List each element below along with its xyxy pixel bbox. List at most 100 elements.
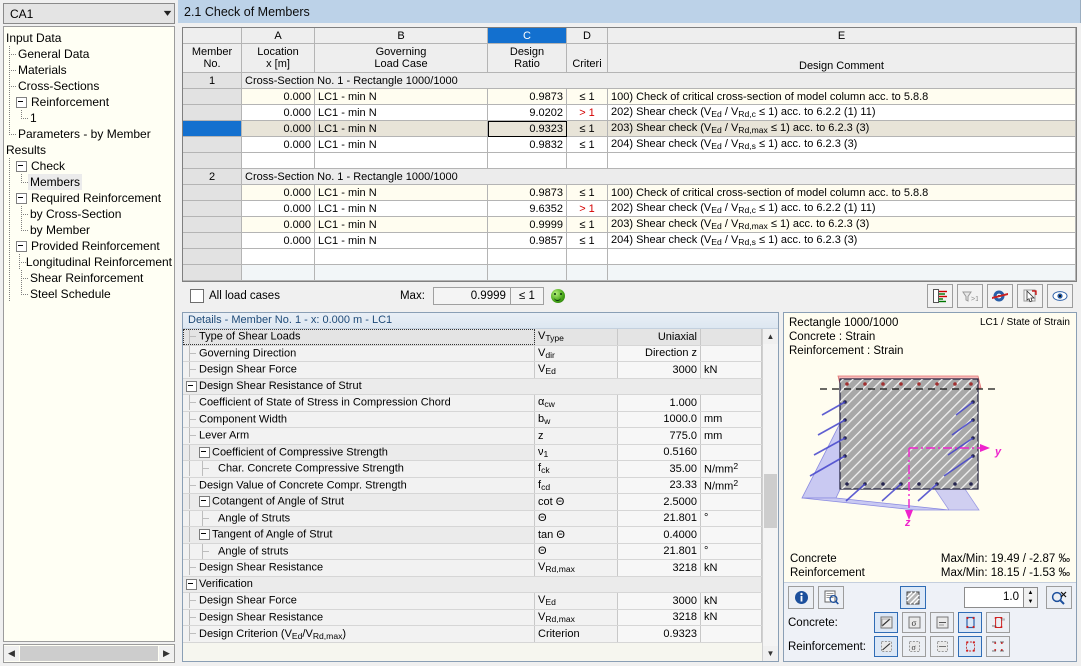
cell-load-case[interactable]: LC1 - min N — [314, 232, 488, 249]
row-header[interactable] — [183, 88, 242, 105]
row-header[interactable] — [183, 216, 242, 233]
table-row[interactable]: 0.000 LC1 - min N 0.9873 ≤ 1 100) Check of c… — [183, 88, 1076, 105]
spinner-down-icon[interactable]: ▼ — [1024, 598, 1037, 608]
details-row[interactable]: Design Shear Force VEd 3000 kN — [183, 592, 762, 610]
row-header[interactable] — [183, 152, 242, 169]
cell-location[interactable]: 0.000 — [241, 120, 315, 137]
details-row[interactable]: Design Criterion (VEd/VRd,max) Criterion 0… — [183, 625, 762, 643]
cell[interactable] — [314, 248, 488, 265]
column-letter-E[interactable]: E — [607, 28, 1076, 44]
cell-criterion[interactable]: ≤ 1 — [566, 136, 608, 153]
scroll-down-icon[interactable]: ▼ — [763, 646, 778, 661]
cell[interactable] — [241, 152, 315, 169]
reinforcement-stress-button[interactable]: σ — [902, 636, 926, 657]
cell[interactable] — [241, 264, 315, 281]
concrete-section-button[interactable] — [958, 612, 982, 633]
cell-criterion[interactable]: > 1 — [566, 200, 608, 217]
result-diagram-button[interactable] — [927, 284, 953, 308]
check-results-grid[interactable]: A B C D E Member No. Location x [m] Governing Load… — [182, 27, 1077, 282]
cell-location[interactable]: 0.000 — [241, 232, 315, 249]
details-row[interactable]: Design Shear Force VEd 3000 kN — [183, 361, 762, 379]
cell[interactable] — [566, 248, 608, 265]
cell-location[interactable]: 0.000 — [241, 88, 315, 105]
details-row[interactable]: Cotangent of Angle of Strut cot Θ 2.5000 — [183, 493, 762, 511]
row-header[interactable] — [183, 264, 242, 281]
cell-criterion[interactable]: ≤ 1 — [566, 88, 608, 105]
scroll-thumb[interactable] — [20, 646, 158, 661]
cell-criterion[interactable]: ≤ 1 — [566, 184, 608, 201]
cell-design-ratio[interactable]: 0.9323 — [487, 120, 567, 137]
row-header[interactable] — [183, 120, 242, 137]
details-row[interactable]: Design Value of Concrete Compr. Strength… — [183, 477, 762, 494]
cell[interactable] — [241, 248, 315, 265]
scroll-thumb[interactable] — [764, 473, 777, 529]
cell[interactable] — [487, 248, 567, 265]
details-row[interactable]: Coefficient of Compressive Strength ν1 0.5… — [183, 444, 762, 461]
row-header[interactable] — [183, 200, 242, 217]
column-letter-D[interactable]: D — [566, 28, 608, 44]
design-case-combobox[interactable]: CA1 ▾ — [3, 3, 175, 24]
cell-location[interactable]: 0.000 — [241, 184, 315, 201]
grid-group-row[interactable]: 1 Cross-Section No. 1 - Rectangle 1000/10… — [183, 72, 1076, 89]
details-expander-icon[interactable] — [199, 446, 210, 458]
cell[interactable] — [314, 152, 488, 169]
grid-corner[interactable] — [183, 28, 242, 44]
cell-design-comment[interactable]: 100) Check of critical cross-section of … — [607, 88, 1076, 105]
sidebar-item-required-reinforcement[interactable]: Required Reinforcement — [4, 190, 174, 206]
column-letter-C[interactable]: C — [487, 28, 567, 44]
cell-load-case[interactable]: LC1 - min N — [314, 104, 488, 121]
table-row[interactable]: 0.000 LC1 - min N 0.9832 ≤ 1 204) Shear chec… — [183, 136, 1076, 153]
row-header[interactable] — [183, 104, 242, 121]
cell-location[interactable]: 0.000 — [241, 136, 315, 153]
scroll-track[interactable] — [763, 344, 778, 646]
details-expander-icon[interactable] — [186, 380, 197, 392]
column-letter-B[interactable]: B — [314, 28, 488, 44]
row-header[interactable] — [183, 136, 242, 153]
table-row[interactable]: 0.000 LC1 - min N 0.9873 ≤ 1 100) Check of c… — [183, 184, 1076, 201]
tree-expander-icon[interactable] — [16, 160, 27, 172]
details-row[interactable]: Design Shear Resistance VRd,max 3218 kN — [183, 609, 762, 626]
cell[interactable] — [314, 264, 488, 281]
cell-design-ratio[interactable]: 0.9873 — [487, 184, 567, 201]
concrete-stress-button[interactable]: σ — [902, 612, 926, 633]
cell-design-ratio[interactable]: 0.9857 — [487, 232, 567, 249]
table-row[interactable]: 0.000 LC1 - min N 0.9999 ≤ 1 203) Shear chec… — [183, 216, 1076, 233]
cell[interactable] — [566, 152, 608, 169]
cell-criterion[interactable]: > 1 — [566, 104, 608, 121]
cell[interactable] — [566, 264, 608, 281]
cell[interactable] — [487, 152, 567, 169]
cell-design-comment[interactable]: 202) Shear check (VEd / VRd,c ≤ 1) acc. … — [607, 104, 1076, 121]
details-row[interactable]: Angle of struts Θ 21.801 ° — [183, 543, 762, 560]
member-number[interactable]: 2 — [183, 168, 242, 185]
details-row[interactable]: Type of Shear Loads VType Uniaxial — [183, 329, 762, 346]
cell-design-ratio[interactable]: 9.0202 — [487, 104, 567, 121]
cell-criterion[interactable]: ≤ 1 — [566, 232, 608, 249]
sidebar-item-cross-sections[interactable]: Cross-Sections — [4, 78, 174, 94]
tree-expander-icon[interactable] — [16, 240, 27, 252]
sidebar-horizontal-scrollbar[interactable]: ◀ ▶ — [3, 644, 175, 663]
table-row[interactable]: 0.000 LC1 - min N 0.9323 ≤ 1 203) Shear chec… — [183, 120, 1076, 137]
sidebar-item-members[interactable]: Members — [4, 174, 174, 190]
details-row[interactable]: Verification — [183, 576, 762, 593]
cell-load-case[interactable]: LC1 - min N — [314, 200, 488, 217]
info-icon-button[interactable] — [788, 586, 814, 609]
details-expander-icon[interactable] — [199, 496, 210, 508]
table-row[interactable]: 0.000 LC1 - min N 9.0202 > 1 202) Shear chec… — [183, 104, 1076, 121]
tree-expander-icon[interactable] — [16, 192, 27, 204]
details-row[interactable]: Lever Arm z 775.0 mm — [183, 427, 762, 445]
scale-spinner-buttons[interactable]: ▲ ▼ — [1024, 587, 1038, 608]
cell-criterion[interactable]: ≤ 1 — [566, 216, 608, 233]
member-number[interactable]: 1 — [183, 72, 242, 89]
row-header[interactable] — [183, 184, 242, 201]
cell[interactable] — [607, 152, 1076, 169]
sidebar-item-steel-schedule[interactable]: Steel Schedule — [4, 286, 174, 302]
cell-location[interactable]: 0.000 — [241, 200, 315, 217]
cell-design-ratio[interactable]: 9.6352 — [487, 200, 567, 217]
sidebar-item-by-cross-section[interactable]: by Cross-Section — [4, 206, 174, 222]
eye-visibility-button[interactable] — [1047, 284, 1073, 308]
all-load-cases-checkbox[interactable] — [190, 289, 204, 303]
sidebar-item-reinforcement[interactable]: Reinforcement — [4, 94, 174, 110]
cell-criterion[interactable]: ≤ 1 — [566, 120, 608, 137]
concrete-strain-button[interactable] — [874, 612, 898, 633]
table-row[interactable]: 0.000 LC1 - min N 9.6352 > 1 202) Shear chec… — [183, 200, 1076, 217]
